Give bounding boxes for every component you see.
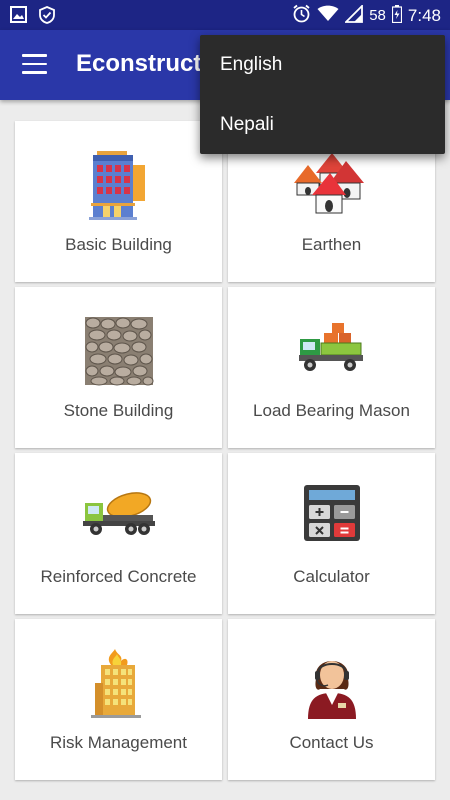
clock: 7:48 xyxy=(407,5,441,25)
card-label: Calculator xyxy=(293,567,370,586)
menu-item-english[interactable]: English xyxy=(200,35,445,95)
menu-item-nepali[interactable]: Nepali xyxy=(200,95,445,155)
signal-icon xyxy=(344,3,364,27)
card-label: Stone Building xyxy=(63,401,174,420)
card-contact-us[interactable]: Contact Us xyxy=(228,619,435,780)
battery-percentage: 58 xyxy=(369,7,386,24)
category-grid: Basic Building Earthen Stone Building Lo… xyxy=(15,121,436,780)
support-agent-icon xyxy=(294,649,370,719)
huts-icon xyxy=(293,151,370,221)
card-label: Risk Management xyxy=(49,733,187,752)
card-label: Contact Us xyxy=(289,733,374,752)
stone-wall-icon xyxy=(81,317,157,387)
card-label: Reinforced Concrete xyxy=(40,567,197,586)
language-dropdown-menu: English Nepali xyxy=(200,35,445,154)
card-label: Basic Building xyxy=(65,235,172,254)
image-icon xyxy=(10,6,27,28)
card-stone-building[interactable]: Stone Building xyxy=(15,287,222,448)
card-reinforced-concrete[interactable]: Reinforced Concrete xyxy=(15,453,222,614)
card-calculator[interactable]: Calculator xyxy=(228,453,435,614)
card-risk-management[interactable]: Risk Management xyxy=(15,619,222,780)
burning-building-icon xyxy=(81,649,157,719)
truck-bricks-icon xyxy=(294,317,370,387)
hamburger-menu-icon[interactable] xyxy=(22,54,47,74)
calculator-icon xyxy=(294,483,370,553)
shield-icon xyxy=(39,6,55,28)
status-bar: 58 7:48 xyxy=(0,0,450,30)
alarm-icon xyxy=(292,4,311,27)
card-label: Earthen xyxy=(301,235,362,254)
card-label: Load Bearing Mason xyxy=(253,401,410,420)
building-icon xyxy=(81,151,157,221)
card-basic-building[interactable]: Basic Building xyxy=(15,121,222,282)
card-load-bearing-mason[interactable]: Load Bearing Mason xyxy=(228,287,435,448)
wifi-icon xyxy=(317,5,339,26)
battery-icon xyxy=(391,4,403,27)
concrete-mixer-icon xyxy=(81,483,157,553)
